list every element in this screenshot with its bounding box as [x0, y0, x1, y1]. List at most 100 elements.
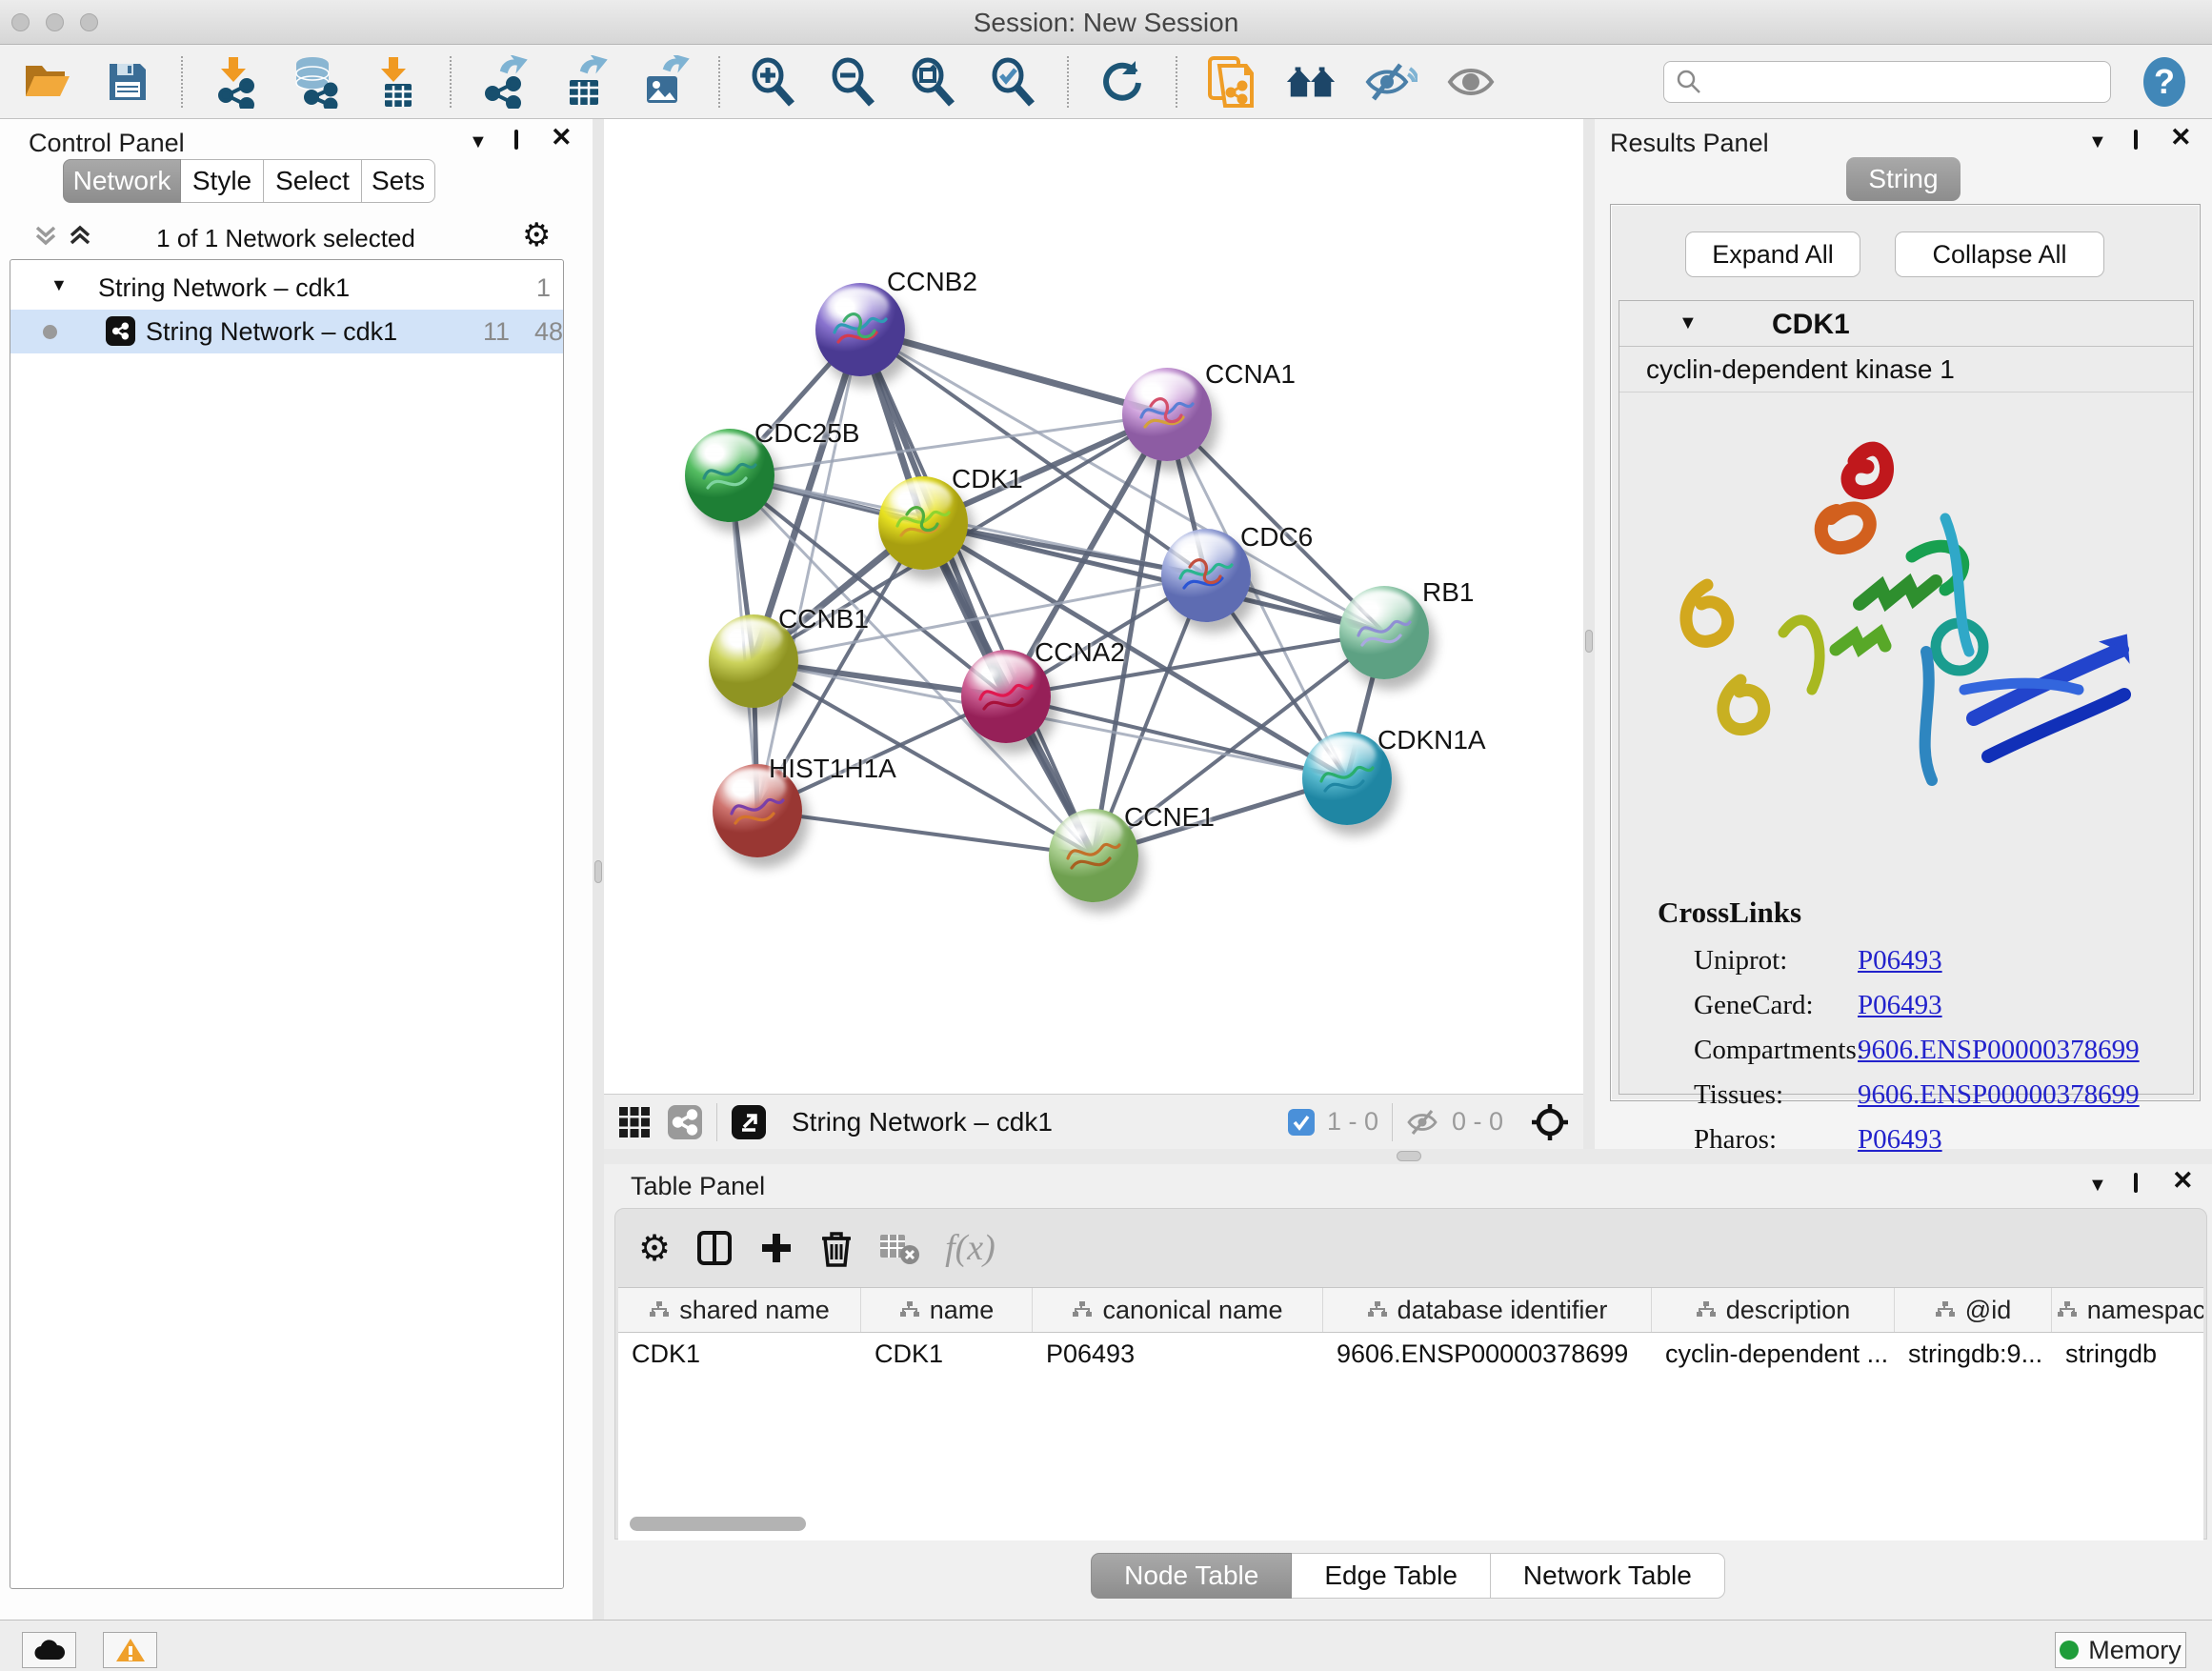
tab-network-table[interactable]: Network Table — [1491, 1553, 1725, 1599]
show-columns-icon[interactable] — [695, 1229, 734, 1267]
zoom-selected-icon[interactable] — [987, 55, 1040, 109]
table-cell[interactable]: CDK1 — [618, 1333, 861, 1377]
cytoscape-window: Session: New Session — [0, 0, 2212, 1671]
import-network-icon[interactable] — [210, 55, 263, 109]
refresh-icon[interactable] — [1096, 55, 1149, 109]
cdk1-collapse-caret-icon[interactable]: ▼ — [1679, 312, 1698, 334]
crosslink-value-link[interactable]: 9606.ENSP00000378699 — [1858, 1035, 2140, 1066]
collection-caret-icon[interactable]: ▼ — [50, 275, 68, 295]
results-panel-close-icon[interactable]: ✕ — [2170, 123, 2192, 152]
collapse-all-button[interactable]: Collapse All — [1895, 232, 2104, 277]
left-splitter[interactable] — [593, 119, 604, 1620]
network-row-selected[interactable]: String Network – cdk1 11 48 — [10, 310, 563, 353]
clone-network-icon[interactable] — [1204, 55, 1257, 109]
network-node-RB1[interactable] — [1339, 586, 1429, 679]
export-network-icon[interactable] — [478, 55, 532, 109]
table-panel-close-icon[interactable]: ✕ — [2172, 1166, 2194, 1196]
table-cell[interactable]: P06493 — [1033, 1333, 1323, 1377]
column-header-name[interactable]: name — [861, 1288, 1033, 1332]
results-panel-float-icon[interactable] — [2134, 131, 2138, 149]
memory-button[interactable]: Memory — [2055, 1632, 2186, 1668]
tab-sets[interactable]: Sets — [362, 159, 435, 203]
open-session-icon[interactable] — [21, 55, 74, 109]
expand-all-tree-icon[interactable] — [67, 222, 93, 253]
help-icon[interactable]: ? — [2138, 55, 2191, 109]
expand-all-button[interactable]: Expand All — [1685, 232, 1860, 277]
home-icon[interactable] — [1284, 55, 1337, 109]
tab-select[interactable]: Select — [264, 159, 362, 203]
cdk1-section: ▼ CDK1 cyclin-dependent kinase 1 — [1619, 300, 2194, 1095]
fit-content-crosshair-icon[interactable] — [1530, 1102, 1570, 1142]
zoom-fit-icon[interactable] — [907, 55, 960, 109]
status-bar: Memory — [0, 1620, 2212, 1671]
control-panel-close-icon[interactable]: ✕ — [551, 123, 573, 152]
collapse-all-tree-icon[interactable] — [32, 222, 59, 253]
network-node-CCNA1[interactable] — [1122, 368, 1212, 461]
column-header-namespac[interactable]: namespac — [2052, 1288, 2203, 1332]
crosslink-value-link[interactable]: 9606.ENSP00000378699 — [1858, 1079, 2140, 1111]
tab-edge-table[interactable]: Edge Table — [1292, 1553, 1491, 1599]
warnings-button[interactable] — [103, 1632, 157, 1668]
column-header-database-identifier[interactable]: database identifier — [1323, 1288, 1652, 1332]
network-current-dot-icon — [43, 325, 57, 339]
open-in-window-icon[interactable] — [731, 1104, 767, 1140]
node-label-CCNA1: CCNA1 — [1205, 359, 1296, 390]
tab-style[interactable]: Style — [181, 159, 264, 203]
table-cell[interactable]: cyclin-dependent ... — [1652, 1333, 1895, 1377]
results-panel-menu-icon[interactable]: ▼ — [2088, 131, 2107, 153]
import-table-icon[interactable] — [370, 55, 423, 109]
table-panel-menu-icon[interactable]: ▼ — [2088, 1175, 2107, 1197]
import-database-icon[interactable] — [290, 55, 343, 109]
table-settings-gear-icon[interactable]: ⚙ — [638, 1227, 671, 1270]
control-panel-float-icon[interactable] — [514, 131, 518, 149]
show-eye-icon[interactable] — [1444, 55, 1498, 109]
tab-string[interactable]: String — [1846, 157, 1961, 201]
node-label-CDK1: CDK1 — [952, 464, 1023, 494]
network-canvas[interactable]: CCNB2CCNA1CDC25BCDK1CDC6RB1CCNB1CCNA2CDK… — [604, 119, 1583, 1094]
table-panel-splitter[interactable] — [604, 1149, 2212, 1164]
results-panel-title: Results Panel — [1610, 129, 1769, 158]
network-collection-row[interactable]: ▼ String Network – cdk1 1 — [10, 266, 563, 310]
zoom-in-icon[interactable] — [747, 55, 800, 109]
tab-network[interactable]: Network — [63, 159, 181, 203]
table-cell[interactable]: CDK1 — [861, 1333, 1033, 1377]
column-header-canonical-name[interactable]: canonical name — [1033, 1288, 1323, 1332]
export-table-icon[interactable] — [558, 55, 612, 109]
tab-node-table[interactable]: Node Table — [1091, 1553, 1292, 1599]
right-splitter[interactable] — [1583, 119, 1595, 1149]
save-session-icon[interactable] — [101, 55, 154, 109]
function-builder-icon[interactable]: f(x) — [945, 1227, 995, 1269]
column-header-shared-name[interactable]: shared name — [618, 1288, 861, 1332]
hide-eye-icon[interactable] — [1364, 55, 1418, 109]
delete-column-trash-icon[interactable] — [819, 1229, 854, 1267]
table-panel-float-icon[interactable] — [2134, 1175, 2138, 1192]
table-cell[interactable]: stringdb:9... — [1895, 1333, 2052, 1377]
network-options-gear-icon[interactable]: ⚙ — [522, 216, 551, 254]
grid-view-icon[interactable] — [617, 1105, 652, 1139]
zoom-out-icon[interactable] — [827, 55, 880, 109]
string-view-icon[interactable] — [667, 1104, 703, 1140]
node-label-CCNE1: CCNE1 — [1124, 802, 1215, 833]
automation-cloud-button[interactable] — [22, 1632, 76, 1668]
network-view-title: String Network – cdk1 — [792, 1107, 1053, 1137]
search-input[interactable] — [1663, 61, 2111, 103]
selected-checkbox-icon[interactable] — [1287, 1108, 1316, 1137]
crosslink-value-link[interactable]: P06493 — [1858, 990, 1942, 1021]
crosslink-value-link[interactable]: P06493 — [1858, 1124, 1942, 1156]
table-cell[interactable]: 9606.ENSP00000378699 — [1323, 1333, 1652, 1377]
table-cell[interactable]: stringdb — [2052, 1333, 2203, 1377]
network-node-CDC6[interactable] — [1161, 529, 1251, 622]
crosslink-label: Compartments: — [1694, 1035, 1864, 1066]
crosslink-value-link[interactable]: P06493 — [1858, 945, 1942, 976]
hidden-eye-slash-icon — [1406, 1108, 1440, 1137]
table-horizontal-scrollbar[interactable] — [630, 1517, 806, 1531]
control-panel-menu-icon[interactable]: ▼ — [469, 131, 488, 153]
export-image-icon[interactable] — [638, 55, 692, 109]
column-header-description[interactable]: description — [1652, 1288, 1895, 1332]
network-edge-count: 48 — [534, 317, 563, 347]
column-header--id[interactable]: @id — [1895, 1288, 2052, 1332]
delete-table-icon[interactable] — [878, 1231, 920, 1265]
network-view-toolbar: String Network – cdk1 1 - 0 0 - 0 — [604, 1094, 1583, 1149]
table-row[interactable]: CDK1CDK1P064939606.ENSP00000378699cyclin… — [618, 1333, 2203, 1377]
add-column-icon[interactable] — [758, 1230, 794, 1266]
